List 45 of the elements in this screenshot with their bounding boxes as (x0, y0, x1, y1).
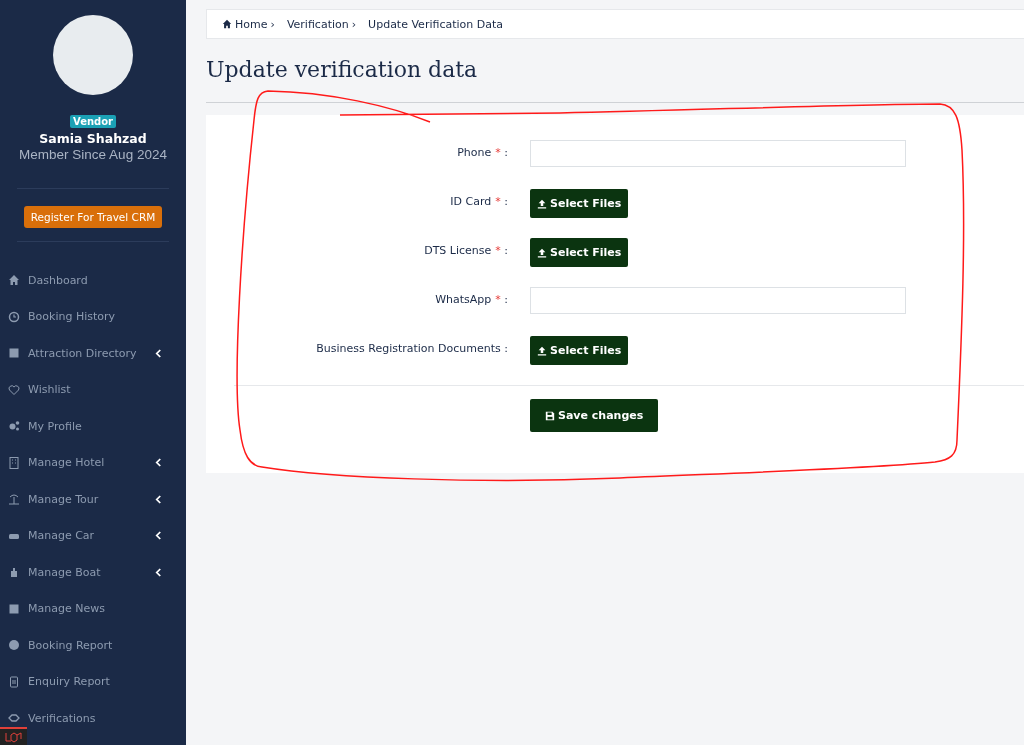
upload-icon (537, 345, 547, 356)
field-label: Phone * : (456, 145, 508, 161)
breadcrumb-separator: › (270, 17, 275, 31)
heart-icon (8, 383, 20, 396)
nav-item[interactable]: Wishlist (0, 378, 186, 401)
save-button[interactable]: Save changes (530, 399, 659, 432)
upload-icon (537, 198, 547, 209)
nav-item[interactable]: Manage Hotel (0, 451, 186, 474)
nav-item[interactable]: Booking Report (0, 634, 186, 656)
field-label: WhatsApp * : (434, 292, 508, 308)
nav-item[interactable]: Manage Boat (0, 561, 186, 583)
nav-item[interactable]: My Profile (0, 415, 186, 437)
nav-item[interactable]: Manage Car (0, 524, 186, 547)
select-files-button[interactable]: Select Files (530, 336, 629, 365)
nav-item[interactable]: Enquiry Report (0, 670, 186, 693)
document-icon (8, 675, 20, 688)
page-title: Update verification data (206, 56, 479, 84)
nav-item[interactable]: Attraction Directory (0, 342, 186, 364)
nav-item[interactable]: Dashboard (0, 269, 186, 291)
role-badge: Vendor (69, 115, 117, 128)
field-label: DTS License * : (423, 243, 508, 259)
current-page-label: Update Verification Data (368, 17, 503, 31)
nav-item[interactable]: Manage News (0, 597, 186, 620)
field-label: Business Registration Documents : (315, 341, 508, 357)
breadcrumb-separator: › (351, 17, 357, 31)
field-label: ID Card * : (449, 194, 508, 210)
input-field[interactable] (530, 140, 906, 167)
nav-item[interactable]: Manage Tour (0, 488, 186, 510)
register-button[interactable]: Register For Travel CRM (23, 206, 163, 228)
building-icon (8, 456, 20, 469)
home-icon (8, 274, 20, 286)
select-files-button[interactable]: Select Files (530, 189, 629, 218)
nav-item[interactable]: Booking History (0, 305, 186, 328)
select-files-button[interactable]: Select Files (530, 238, 629, 267)
debug-bar-icon[interactable] (0, 727, 27, 745)
user-name: Samia Shahzad (39, 131, 147, 146)
member-since: Member Since Aug 2024 (19, 147, 167, 162)
nav-item[interactable]: Verifications (0, 707, 186, 729)
home-icon (222, 19, 232, 29)
input-field[interactable] (530, 287, 906, 314)
breadcrumb-link[interactable]: Verification (286, 17, 349, 31)
upload-icon (537, 247, 547, 258)
clock-icon (8, 310, 20, 323)
ship-icon (8, 566, 20, 578)
breadcrumb-link[interactable]: Home (235, 17, 268, 31)
